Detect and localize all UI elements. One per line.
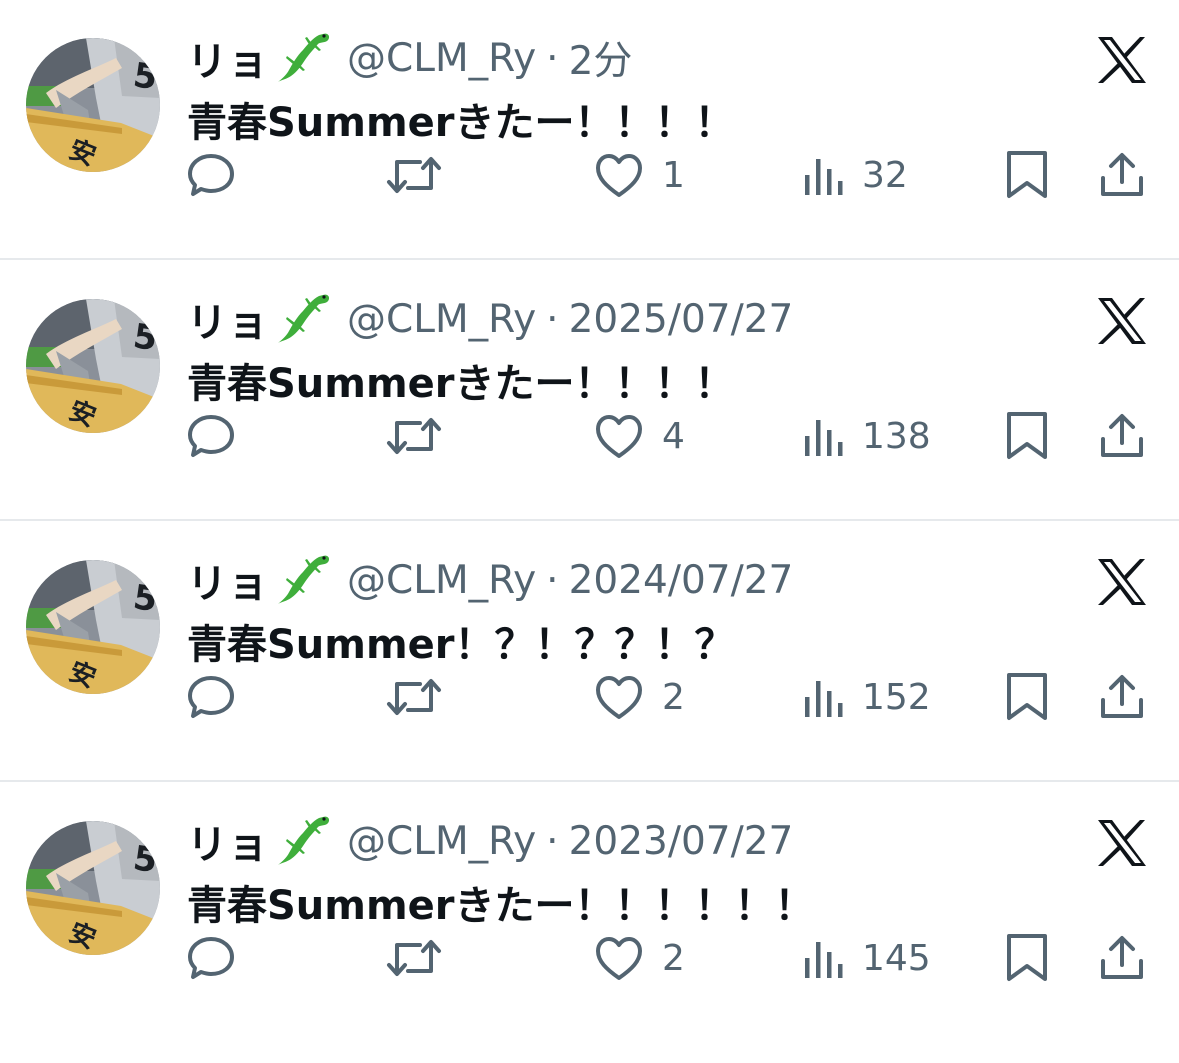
lizard-icon [275, 550, 331, 610]
share-icon [1101, 675, 1143, 718]
tweet-actions: 2 152 [0, 662, 1179, 732]
like-button[interactable]: 2 [594, 662, 685, 732]
tweet-header: リョ @CLM_Ry · 2023/07/27 [187, 811, 793, 871]
views-button[interactable]: 152 [802, 662, 931, 732]
views-icon [805, 942, 843, 978]
display-name[interactable]: リョ [187, 29, 269, 87]
bookmark-icon [1007, 934, 1047, 981]
user-handle[interactable]: @CLM_Ry [347, 558, 536, 603]
bookmark-icon [1007, 151, 1047, 198]
display-name[interactable]: リョ [187, 551, 269, 609]
views-icon [805, 159, 843, 195]
bookmark-button[interactable] [1004, 662, 1050, 732]
reply-button[interactable] [186, 662, 236, 732]
reply-icon [188, 937, 234, 979]
lizard-icon [275, 28, 331, 88]
share-button[interactable] [1098, 401, 1146, 471]
share-icon [1101, 414, 1143, 457]
retweet-button[interactable] [386, 140, 442, 210]
heart-icon [596, 154, 642, 197]
view-count: 145 [862, 937, 931, 979]
like-count: 2 [662, 676, 685, 718]
display-name[interactable]: リョ [187, 812, 269, 870]
tweet-actions: 4 138 [0, 401, 1179, 471]
retweet-icon [387, 679, 441, 715]
retweet-button[interactable] [386, 662, 442, 732]
share-button[interactable] [1098, 662, 1146, 732]
lizard-icon [275, 289, 331, 349]
reply-button[interactable] [186, 140, 236, 210]
bookmark-button[interactable] [1004, 401, 1050, 471]
x-logo-icon [1096, 819, 1148, 867]
heart-icon [596, 415, 642, 458]
heart-icon [596, 676, 642, 719]
heart-icon [596, 937, 642, 980]
views-button[interactable]: 145 [802, 923, 931, 993]
views-button[interactable]: 138 [802, 401, 931, 471]
bookmark-icon [1007, 673, 1047, 720]
tweet-4[interactable]: 5 安 リョ @CLM_Ry · 2023/07/27 青春Summerきたー！… [0, 783, 1179, 1043]
views-button[interactable]: 32 [802, 140, 908, 210]
tweet-1[interactable]: 5 安 リョ @CLM_Ry · 2分 青春Summerきたー！！！！ 1 32 [0, 0, 1179, 260]
reply-button[interactable] [186, 401, 236, 471]
reply-icon [188, 154, 234, 196]
share-icon [1101, 936, 1143, 979]
timestamp[interactable]: 2024/07/27 [569, 558, 794, 603]
retweet-button[interactable] [386, 923, 442, 993]
view-count: 32 [862, 154, 908, 196]
retweet-icon [387, 940, 441, 976]
retweet-icon [387, 418, 441, 454]
reply-icon [188, 415, 234, 457]
like-button[interactable]: 2 [594, 923, 685, 993]
like-count: 4 [662, 415, 685, 457]
tweet-2[interactable]: 5 安 リョ @CLM_Ry · 2025/07/27 青春Summerきたー！… [0, 261, 1179, 521]
like-button[interactable]: 1 [594, 140, 685, 210]
bookmark-icon [1007, 412, 1047, 459]
tweet-header: リョ @CLM_Ry · 2024/07/27 [187, 550, 793, 610]
share-button[interactable] [1098, 140, 1146, 210]
user-handle[interactable]: @CLM_Ry [347, 297, 536, 342]
bookmark-button[interactable] [1004, 923, 1050, 993]
user-handle[interactable]: @CLM_Ry [347, 819, 536, 864]
timestamp[interactable]: 2分 [569, 30, 633, 86]
separator-dot: · [546, 296, 559, 342]
separator-dot: · [546, 557, 559, 603]
view-count: 138 [862, 415, 931, 457]
tweet-actions: 1 32 [0, 140, 1179, 210]
timeline: 5 安 リョ @CLM_Ry · 2分 青春Summerきたー！！！！ 1 32… [0, 0, 1179, 1063]
share-icon [1101, 153, 1143, 196]
reply-button[interactable] [186, 923, 236, 993]
reply-icon [188, 676, 234, 718]
like-count: 1 [662, 154, 685, 196]
tweet-header: リョ @CLM_Ry · 2025/07/27 [187, 289, 793, 349]
timestamp[interactable]: 2023/07/27 [569, 819, 794, 864]
separator-dot: · [546, 818, 559, 864]
separator-dot: · [546, 35, 559, 81]
timestamp[interactable]: 2025/07/27 [569, 297, 794, 342]
user-handle[interactable]: @CLM_Ry [347, 36, 536, 81]
lizard-icon [275, 811, 331, 871]
view-count: 152 [862, 676, 931, 718]
display-name[interactable]: リョ [187, 290, 269, 348]
retweet-button[interactable] [386, 401, 442, 471]
x-logo-icon [1096, 297, 1148, 345]
like-button[interactable]: 4 [594, 401, 685, 471]
tweet-actions: 2 145 [0, 923, 1179, 993]
views-icon [805, 420, 843, 456]
tweet-header: リョ @CLM_Ry · 2分 [187, 28, 632, 88]
share-button[interactable] [1098, 923, 1146, 993]
retweet-icon [387, 157, 441, 193]
tweet-3[interactable]: 5 安 リョ @CLM_Ry · 2024/07/27 青春Summer！？！？… [0, 522, 1179, 782]
x-logo-icon [1096, 558, 1148, 606]
x-logo-icon [1096, 36, 1148, 84]
views-icon [805, 681, 843, 717]
like-count: 2 [662, 937, 685, 979]
bookmark-button[interactable] [1004, 140, 1050, 210]
